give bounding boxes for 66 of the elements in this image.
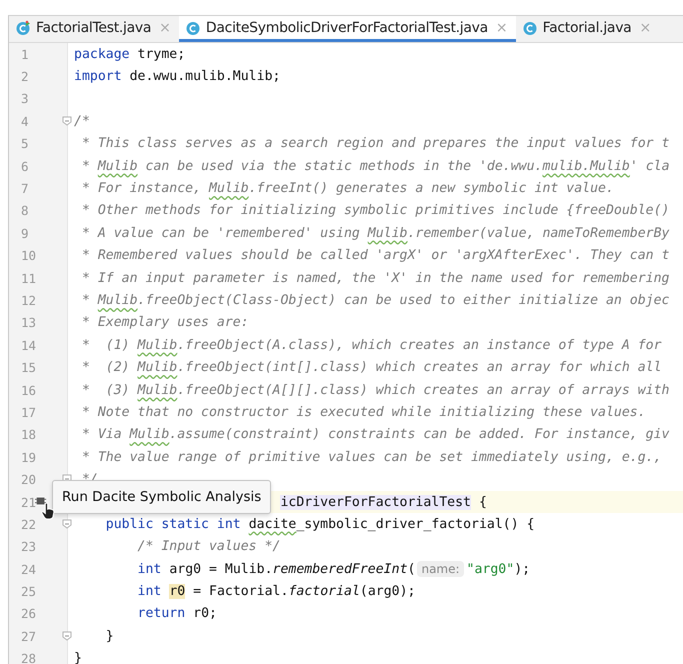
class-icon: [184, 20, 201, 36]
code-line: * Remembered values should be called 'argX' or 'argXAfterExec'. They can t: [80, 248, 670, 264]
code-line: /* Input values */: [136, 539, 280, 554]
line-number: 7: [21, 181, 29, 196]
editor-tab[interactable]: Factorial.java ×: [516, 16, 660, 42]
run-analysis-icon[interactable]: [35, 495, 47, 507]
line-number: 19: [21, 450, 36, 465]
code-line: * Mulib.freeObject(Class-Object) can be used to either initialize an objec: [80, 292, 670, 308]
code-line: * For instance, Mulib.freeInt() generates a new symbolic int value.: [80, 181, 614, 196]
code-line: return r0;: [136, 606, 217, 622]
line-number: 17: [21, 404, 36, 420]
code-line: * If an input parameter is named, the 'X' in the name used for remembering: [80, 270, 670, 286]
line-number: 13: [21, 315, 36, 330]
line-number: 14: [21, 338, 36, 353]
code-line: package tryme;: [74, 46, 186, 62]
class-icon: [522, 20, 538, 36]
line-number: 2: [21, 69, 29, 84]
line-number: 5: [21, 136, 29, 152]
code-line: }: [74, 651, 82, 664]
code-line: * A value can be 'remembered' using Mulib.remember(value, nameToRememberBy: [80, 226, 670, 241]
line-number: 26: [21, 606, 36, 622]
code-text: int arg0 = Mulib.rememberedFreeInt(: [136, 562, 416, 577]
code-line: * This class serves as a search region and prepares the input values for t: [80, 136, 670, 152]
line-number: 20: [21, 472, 36, 488]
line-number: 1: [21, 46, 29, 62]
code-line: * (3) Mulib.freeObject(A[][].class) which creates an array of arrays with: [80, 382, 670, 398]
line-number: 18: [21, 427, 36, 442]
line-number: 25: [21, 584, 36, 600]
line-number: 16: [21, 382, 36, 398]
code-text: "arg0");: [466, 562, 530, 577]
line-number: 3: [21, 91, 29, 106]
line-number: 27: [21, 628, 36, 644]
fold-icon[interactable]: [62, 631, 72, 642]
line-number: 23: [21, 539, 36, 554]
fold-icon[interactable]: [62, 519, 72, 530]
code-line: * The value range of primitive values can be set immediately using, e.g.,: [80, 450, 662, 465]
line-number: 8: [21, 203, 29, 218]
test-class-icon: [15, 20, 31, 36]
code-line: * (1) Mulib.freeObject(A.class), which creates an instance of type A for: [80, 338, 662, 353]
line-number: 12: [21, 292, 36, 308]
code-line: }: [104, 628, 114, 644]
code-line: * Exemplary uses are:: [80, 315, 249, 330]
code-line: int r0 = Factorial.factorial(arg0);: [136, 584, 416, 600]
code-line: * Note that no constructor is executed while initializing these values.: [80, 404, 646, 420]
tooltip: Run Dacite Symbolic Analysis: [52, 480, 272, 514]
code-line: import de.wwu.mulib.Mulib;: [74, 69, 280, 84]
line-number: 10: [21, 248, 36, 264]
code-line: * (2) Mulib.freeObject(int[].class) which creates an array for which all: [80, 360, 662, 376]
line-number: 22: [21, 516, 36, 532]
line-number: 9: [21, 226, 29, 241]
parameter-hint: name:: [417, 561, 464, 578]
line-number: 24: [21, 562, 36, 577]
code-line: public static int dacite_symbolic_driver_factorial() {: [104, 516, 535, 532]
code-line: * Other methods for initializing symbolic primitives include {freeDouble(): [80, 203, 670, 218]
line-number: 6: [21, 158, 29, 174]
editor-tab[interactable]: DaciteSymbolicDriverForFactorialTest.java ×: [178, 16, 516, 42]
code-line: /*: [74, 114, 90, 129]
editor-tab[interactable]: FactorialTest.java ×: [9, 16, 179, 42]
line-number: 11: [21, 270, 36, 286]
line-number: 15: [21, 360, 36, 376]
code-line: * Via Mulib.assume(constraint) constraints can be added. For instance, giv: [80, 427, 670, 442]
line-number: 28: [21, 651, 36, 664]
fold-icon[interactable]: [62, 116, 72, 126]
line-number: 21: [21, 494, 36, 510]
line-number: 4: [21, 114, 29, 129]
code-line: * Mulib can be used via the static methods in the 'de.wwu.mulib.Mulib' cla: [80, 158, 670, 174]
